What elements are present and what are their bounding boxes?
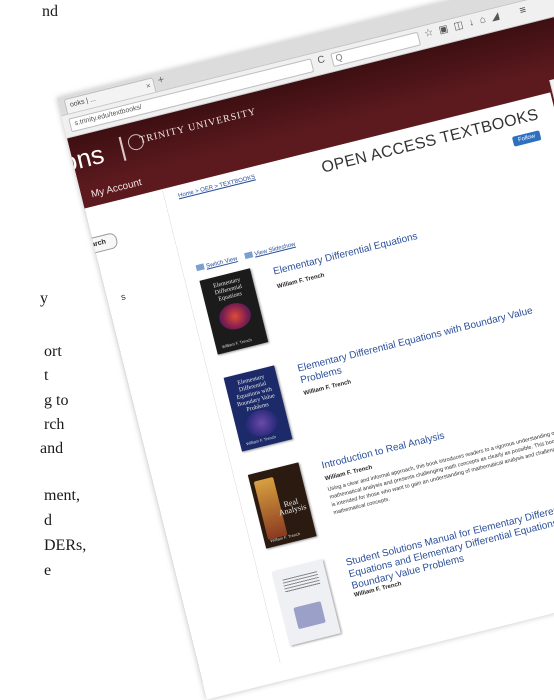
bg-text-line: ort xyxy=(44,343,62,360)
grid-icon xyxy=(195,263,205,272)
bg-text-line: g to xyxy=(44,392,69,409)
new-tab-icon[interactable]: + xyxy=(156,74,165,87)
book-cover[interactable]: Elementary Differential Equations Willia… xyxy=(199,268,269,355)
addon-icon[interactable]: ◢ xyxy=(490,9,506,23)
sidebar-text: s xyxy=(119,291,127,303)
cover-image xyxy=(293,601,326,630)
book-title[interactable]: Elementary Differential Equations xyxy=(272,206,517,278)
cover-title: Elementary Differential Equations with B… xyxy=(236,374,276,414)
bg-text-line: t xyxy=(44,367,49,384)
close-icon[interactable]: × xyxy=(145,81,152,91)
cover-title: Real Analysis xyxy=(277,496,308,518)
view-slideshow-link[interactable]: View Slideshow xyxy=(243,241,296,260)
switch-view-link[interactable]: Switch View xyxy=(195,256,238,272)
bg-text-line: ment, xyxy=(44,487,80,504)
follow-button[interactable]: Follow xyxy=(511,130,542,147)
bg-text-line: d xyxy=(44,512,52,529)
bg-text-line: nd xyxy=(42,3,58,20)
slideshow-icon xyxy=(243,251,254,260)
bg-text-line: rch xyxy=(44,416,65,433)
bg-text-line: e xyxy=(44,562,52,579)
book-cover[interactable]: Real Analysis William F. Trench xyxy=(247,462,317,549)
brand-separator: | xyxy=(115,131,129,162)
reload-icon[interactable]: C xyxy=(316,54,326,66)
tab-title: ooks | ... xyxy=(69,95,97,109)
menu-icon[interactable]: ≡ xyxy=(518,4,527,17)
bg-text-line: y xyxy=(40,290,48,307)
book-cover[interactable]: Elementary Differential Equations with B… xyxy=(223,365,293,452)
bg-text-line: and xyxy=(40,440,64,457)
search-icon: Q xyxy=(334,51,344,64)
cover-art xyxy=(282,571,321,594)
cover-title: Elementary Differential Equations xyxy=(212,277,243,303)
cover-author: William F. Trench xyxy=(221,337,253,350)
cover-art xyxy=(216,299,254,333)
book-cover[interactable] xyxy=(272,559,341,646)
bg-text-line: DERs, xyxy=(44,537,87,554)
